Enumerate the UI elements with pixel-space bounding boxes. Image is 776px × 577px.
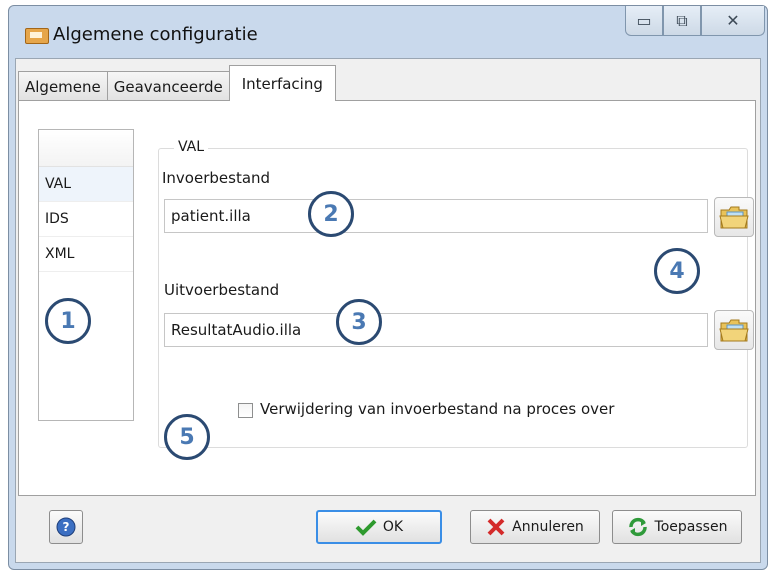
interface-list[interactable]: VAL IDS XML (38, 129, 134, 421)
ok-label: OK (382, 519, 404, 535)
apply-label: Toepassen (654, 519, 728, 535)
apply-button[interactable]: Toepassen (612, 510, 742, 544)
output-file-field[interactable]: ResultatAudio.illa (164, 313, 708, 347)
folder-icon (719, 206, 749, 229)
svg-text:?: ? (63, 520, 70, 534)
callout-5: 5 (164, 414, 210, 460)
minimize-icon: ▭ (636, 11, 652, 30)
ok-button[interactable]: OK (316, 510, 442, 544)
dialog-body: Algemene Geavanceerde Interfacing VAL ID… (15, 58, 761, 563)
input-browse-button[interactable] (714, 197, 754, 237)
input-file-label: Invoerbestand (162, 169, 271, 187)
input-file-field[interactable]: patient.illa (164, 199, 708, 233)
list-item-xml[interactable]: XML (39, 237, 133, 272)
cancel-label: Annuleren (512, 519, 584, 535)
red-x-icon (487, 518, 505, 536)
callout-2: 2 (308, 191, 354, 237)
close-icon: ✕ (726, 11, 740, 30)
tab-algemene[interactable]: Algemene (18, 71, 108, 101)
cancel-button[interactable]: Annuleren (470, 510, 600, 544)
window-controls: ▭ ⧉ ✕ (625, 6, 765, 44)
tab-interfacing[interactable]: Interfacing (228, 65, 336, 101)
list-item-val[interactable]: VAL (39, 167, 133, 202)
list-header (39, 130, 133, 167)
output-browse-button[interactable] (714, 310, 754, 350)
callout-4: 4 (654, 248, 700, 294)
maximize-icon: ⧉ (676, 10, 688, 30)
title-bar[interactable]: Algemene configuratie ▭ ⧉ ✕ (9, 6, 767, 58)
minimize-button[interactable]: ▭ (625, 6, 663, 36)
output-file-label: Uitvoerbestand (164, 281, 280, 299)
callout-1: 1 (45, 298, 91, 344)
refresh-icon (628, 517, 647, 537)
folder-icon (719, 319, 749, 342)
config-dialog: Algemene configuratie ▭ ⧉ ✕ Algemene Gea… (8, 5, 768, 570)
tab-strip: Algemene Geavanceerde Interfacing (18, 65, 336, 101)
app-icon (25, 28, 49, 44)
delete-input-label[interactable]: Verwijdering van invoerbestand na proces… (260, 400, 614, 418)
checkmark-icon (355, 519, 377, 536)
list-item-ids[interactable]: IDS (39, 202, 133, 237)
tab-geavanceerde[interactable]: Geavanceerde (106, 71, 230, 101)
window-title: Algemene configuratie (53, 24, 258, 45)
help-button[interactable]: ? (49, 510, 83, 544)
delete-input-checkbox[interactable] (238, 403, 253, 418)
group-legend: VAL (174, 139, 209, 155)
maximize-button[interactable]: ⧉ (663, 6, 701, 36)
close-button[interactable]: ✕ (701, 6, 765, 36)
help-icon: ? (56, 517, 76, 537)
callout-3: 3 (336, 299, 382, 345)
